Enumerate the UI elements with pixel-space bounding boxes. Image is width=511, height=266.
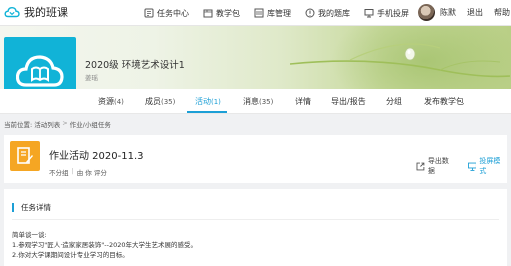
tab-count: (35): [259, 98, 274, 106]
tab-count: (35): [161, 98, 176, 106]
projection-mode-label: 投屏模式: [479, 157, 501, 175]
tab-resources[interactable]: 资源(4): [98, 96, 124, 107]
export-icon: [416, 162, 425, 170]
projection-icon: [467, 162, 477, 171]
task-center-icon: [144, 8, 154, 18]
tab-messages[interactable]: 消息(35): [243, 96, 273, 107]
nav-question-bank[interactable]: 我的题库: [298, 0, 357, 26]
plant-decoration: [290, 43, 510, 78]
description-line: 2.你对大学课期间设计专业学习的目标。: [12, 251, 129, 259]
tab-export-report[interactable]: 导出/报告: [331, 96, 366, 107]
nav-label: 我的题库: [318, 8, 350, 18]
export-data-button[interactable]: 导出数据: [416, 156, 456, 176]
course-tabs: 资源(4) 成员(35) 活动(1) 消息(35) 详情 导出/报告 分组 发布…: [0, 89, 511, 114]
user-area: 陈默 退出 帮助: [418, 4, 510, 21]
user-name[interactable]: 陈默: [440, 7, 456, 18]
nav-label: 库管理: [267, 8, 291, 18]
description-line: 简单谈一谈:: [12, 231, 47, 239]
tab-label: 资源: [98, 97, 114, 106]
brand[interactable]: 我的班课: [4, 4, 68, 20]
logout-link[interactable]: 退出: [467, 7, 483, 18]
edit-document-icon: [17, 147, 33, 164]
course-banner: [0, 26, 511, 89]
breadcrumb-activity-list[interactable]: 活动列表: [34, 119, 60, 129]
tab-label: 发布教学包: [424, 97, 464, 106]
tab-details[interactable]: 详情: [295, 96, 311, 107]
nav-label: 任务中心: [157, 8, 189, 18]
help-link[interactable]: 帮助: [494, 7, 510, 18]
cloud-book-icon: [16, 55, 64, 87]
top-nav-bar: 我的班课 任务中心 教学包 库管理 我的题库 手机投屏 陈默 退出 帮助: [0, 0, 511, 26]
projection-mode-button[interactable]: 投屏模式: [467, 156, 508, 176]
heading-rule: [12, 219, 499, 220]
tab-label: 消息: [243, 97, 259, 106]
app-title: 我的班课: [24, 6, 68, 19]
tab-label: 导出/报告: [331, 97, 366, 106]
tab-members[interactable]: 成员(35): [145, 96, 175, 107]
section-divider: [4, 183, 507, 189]
tab-label: 活动: [195, 97, 211, 106]
active-tab-indicator: [187, 111, 227, 113]
scoring-mode: 由 你 评分: [76, 169, 107, 177]
course-teacher: 姜瑶: [85, 74, 98, 82]
teaching-package-icon: [203, 9, 213, 18]
breadcrumb: 当前位置: 活动列表 > 作业/小组任务: [4, 119, 111, 129]
avatar[interactable]: [418, 4, 435, 21]
activity-meta: 不分组 | 由 你 评分: [49, 167, 107, 177]
nav-label: 教学包: [216, 8, 240, 18]
cloud-logo-icon: [4, 6, 20, 18]
task-description: 简单谈一谈: 1.参观学习"匠人·造家家居装饰"--2020年大学生艺术展的感受…: [12, 230, 197, 260]
tab-label: 详情: [295, 97, 311, 106]
tab-groups[interactable]: 分组: [386, 96, 402, 107]
meta-divider: |: [71, 167, 74, 175]
phone-cast-icon: [364, 9, 374, 18]
activity-title: 作业活动 2020-11.3: [49, 151, 144, 162]
course-name: 2020级 环境艺术设计1: [85, 60, 185, 71]
tab-count: (1): [211, 98, 221, 106]
breadcrumb-prefix: 当前位置:: [4, 121, 33, 129]
library-icon: [254, 8, 264, 18]
tab-label: 成员: [145, 97, 161, 106]
nav-teaching-package[interactable]: 教学包: [196, 0, 247, 26]
question-bank-icon: [305, 8, 315, 18]
breadcrumb-separator: >: [62, 119, 68, 127]
tab-activities[interactable]: 活动(1): [195, 96, 221, 107]
tab-count: (4): [114, 98, 124, 106]
main-nav: 任务中心 教学包 库管理 我的题库 手机投屏: [137, 0, 416, 26]
description-line: 1.参观学习"匠人·造家家居装饰"--2020年大学生艺术展的感受。: [12, 241, 197, 249]
nav-library[interactable]: 库管理: [247, 0, 298, 26]
nav-phone-cast[interactable]: 手机投屏: [357, 0, 416, 26]
homework-activity-icon: [10, 141, 40, 171]
breadcrumb-current: 作业/小组任务: [69, 121, 111, 129]
tab-publish-package[interactable]: 发布教学包: [424, 96, 464, 107]
nav-task-center[interactable]: 任务中心: [137, 0, 196, 26]
activity-card: 作业活动 2020-11.3 不分组 | 由 你 评分 导出数据 投屏模式 任务…: [4, 135, 507, 266]
grouping-mode: 不分组: [49, 169, 69, 177]
tab-label: 分组: [386, 97, 402, 106]
nav-label: 手机投屏: [377, 8, 409, 18]
task-detail-heading: 任务详情: [12, 203, 51, 212]
export-data-label: 导出数据: [427, 157, 449, 175]
activity-tools: 导出数据 投屏模式: [416, 156, 507, 176]
